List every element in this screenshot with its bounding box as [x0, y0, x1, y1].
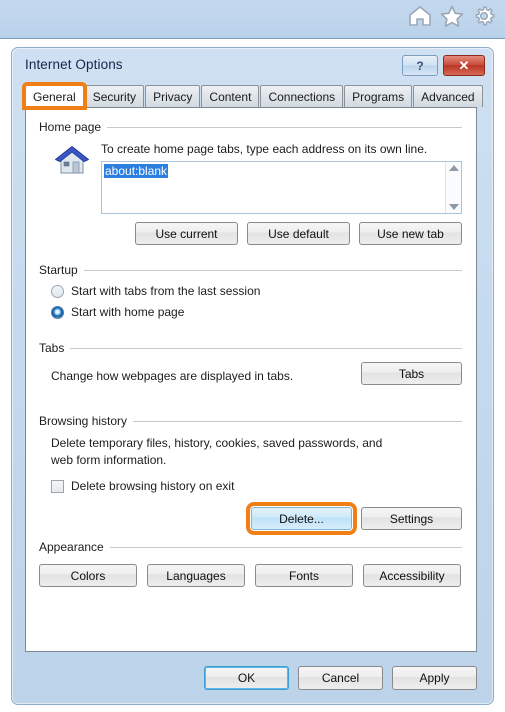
appearance-group-title: Appearance: [39, 540, 462, 554]
browser-toolbar: [0, 0, 505, 39]
home-icon[interactable]: [407, 4, 433, 28]
scroll-down-arrow-icon[interactable]: [448, 204, 459, 210]
favorites-star-icon[interactable]: [439, 4, 465, 28]
tabs-group: Tabs Change how webpages are displayed i…: [39, 341, 462, 393]
appearance-button-row: Colors Languages Fonts Accessibility: [39, 564, 462, 587]
tab-connections[interactable]: Connections: [260, 85, 344, 107]
tools-gear-icon[interactable]: [471, 4, 497, 28]
appearance-group: Appearance Colors Languages Fonts Access…: [39, 540, 462, 587]
home-page-description: To create home page tabs, type each addr…: [101, 142, 428, 156]
group-divider: [70, 347, 462, 349]
group-divider: [83, 269, 462, 271]
tab-general[interactable]: General: [22, 82, 87, 110]
radio-label: Start with home page: [71, 305, 185, 319]
startup-group-label: Startup: [39, 263, 78, 277]
home-page-input[interactable]: about:blank: [101, 161, 462, 214]
browser-icon-group: [407, 4, 497, 28]
dialog-title: Internet Options: [25, 57, 123, 72]
ok-button[interactable]: OK: [204, 666, 289, 690]
home-page-scrollbar[interactable]: [445, 162, 461, 213]
tabs-button[interactable]: Tabs: [361, 362, 462, 385]
footer-button-row: OK Cancel Apply: [204, 666, 477, 690]
house-icon: [53, 143, 91, 180]
scroll-up-arrow-icon[interactable]: [448, 165, 459, 171]
apply-button[interactable]: Apply: [392, 666, 477, 690]
home-page-group-label: Home page: [39, 120, 102, 134]
group-divider: [133, 420, 462, 422]
appearance-group-label: Appearance: [39, 540, 104, 554]
tab-programs[interactable]: Programs: [344, 85, 413, 107]
radio-button-selected-icon[interactable]: [51, 305, 64, 319]
group-divider: [107, 126, 462, 128]
languages-button[interactable]: Languages: [147, 564, 245, 587]
cancel-button[interactable]: Cancel: [298, 666, 383, 690]
browsing-history-button-row: Delete... Settings: [39, 502, 462, 535]
group-divider: [109, 546, 462, 548]
startup-group-title: Startup: [39, 263, 462, 277]
home-page-group-title: Home page: [39, 120, 462, 134]
tab-advanced[interactable]: Advanced: [413, 85, 483, 107]
home-page-value: about:blank: [104, 164, 169, 178]
tabs-group-title: Tabs: [39, 341, 462, 355]
tab-content[interactable]: Content: [201, 85, 260, 107]
home-page-text-area[interactable]: about:blank: [102, 162, 445, 213]
use-current-button[interactable]: Use current: [135, 222, 238, 245]
browsing-history-description-line2: web form information.: [51, 453, 167, 467]
browsing-history-group-label: Browsing history: [39, 414, 128, 428]
tabs-description: Change how webpages are displayed in tab…: [51, 369, 294, 383]
tab-strip: General Security Privacy Content Connect…: [22, 82, 483, 110]
delete-button[interactable]: Delete...: [246, 502, 357, 535]
settings-button[interactable]: Settings: [361, 507, 462, 530]
startup-group: Startup Start with tabs from the last se…: [39, 263, 462, 319]
tab-security[interactable]: Security: [84, 85, 145, 107]
radio-start-with-last-session[interactable]: Start with tabs from the last session: [51, 284, 462, 298]
delete-on-exit-label: Delete browsing history on exit: [71, 479, 235, 493]
close-button[interactable]: ✕: [443, 55, 485, 76]
colors-button[interactable]: Colors: [39, 564, 137, 587]
internet-options-dialog: Internet Options ? ✕ General Security Pr…: [11, 47, 494, 705]
browsing-history-group: Browsing history Delete temporary files,…: [39, 414, 462, 535]
accessibility-button[interactable]: Accessibility: [363, 564, 461, 587]
dialog-titlebar[interactable]: Internet Options ? ✕: [12, 48, 493, 84]
help-button[interactable]: ?: [402, 55, 438, 76]
general-tab-panel: Home page To create home page tabs, type…: [25, 107, 477, 652]
radio-button-icon[interactable]: [51, 284, 64, 298]
tab-privacy[interactable]: Privacy: [145, 85, 201, 107]
radio-label: Start with tabs from the last session: [71, 284, 261, 298]
browsing-history-description-line1: Delete temporary files, history, cookies…: [51, 436, 383, 450]
radio-start-with-home-page[interactable]: Start with home page: [51, 305, 462, 319]
fonts-button[interactable]: Fonts: [255, 564, 353, 587]
home-page-group: Home page To create home page tabs, type…: [39, 120, 462, 250]
delete-on-exit-checkbox-row[interactable]: Delete browsing history on exit: [51, 479, 462, 493]
use-default-button[interactable]: Use default: [247, 222, 350, 245]
tabs-group-label: Tabs: [39, 341, 65, 355]
browsing-history-group-title: Browsing history: [39, 414, 462, 428]
use-new-tab-button[interactable]: Use new tab: [359, 222, 462, 245]
home-page-button-row: Use current Use default Use new tab: [135, 222, 462, 245]
checkbox-icon[interactable]: [51, 479, 64, 493]
dialog-footer: OK Cancel Apply: [25, 652, 477, 701]
titlebar-button-group: ? ✕: [402, 55, 485, 76]
